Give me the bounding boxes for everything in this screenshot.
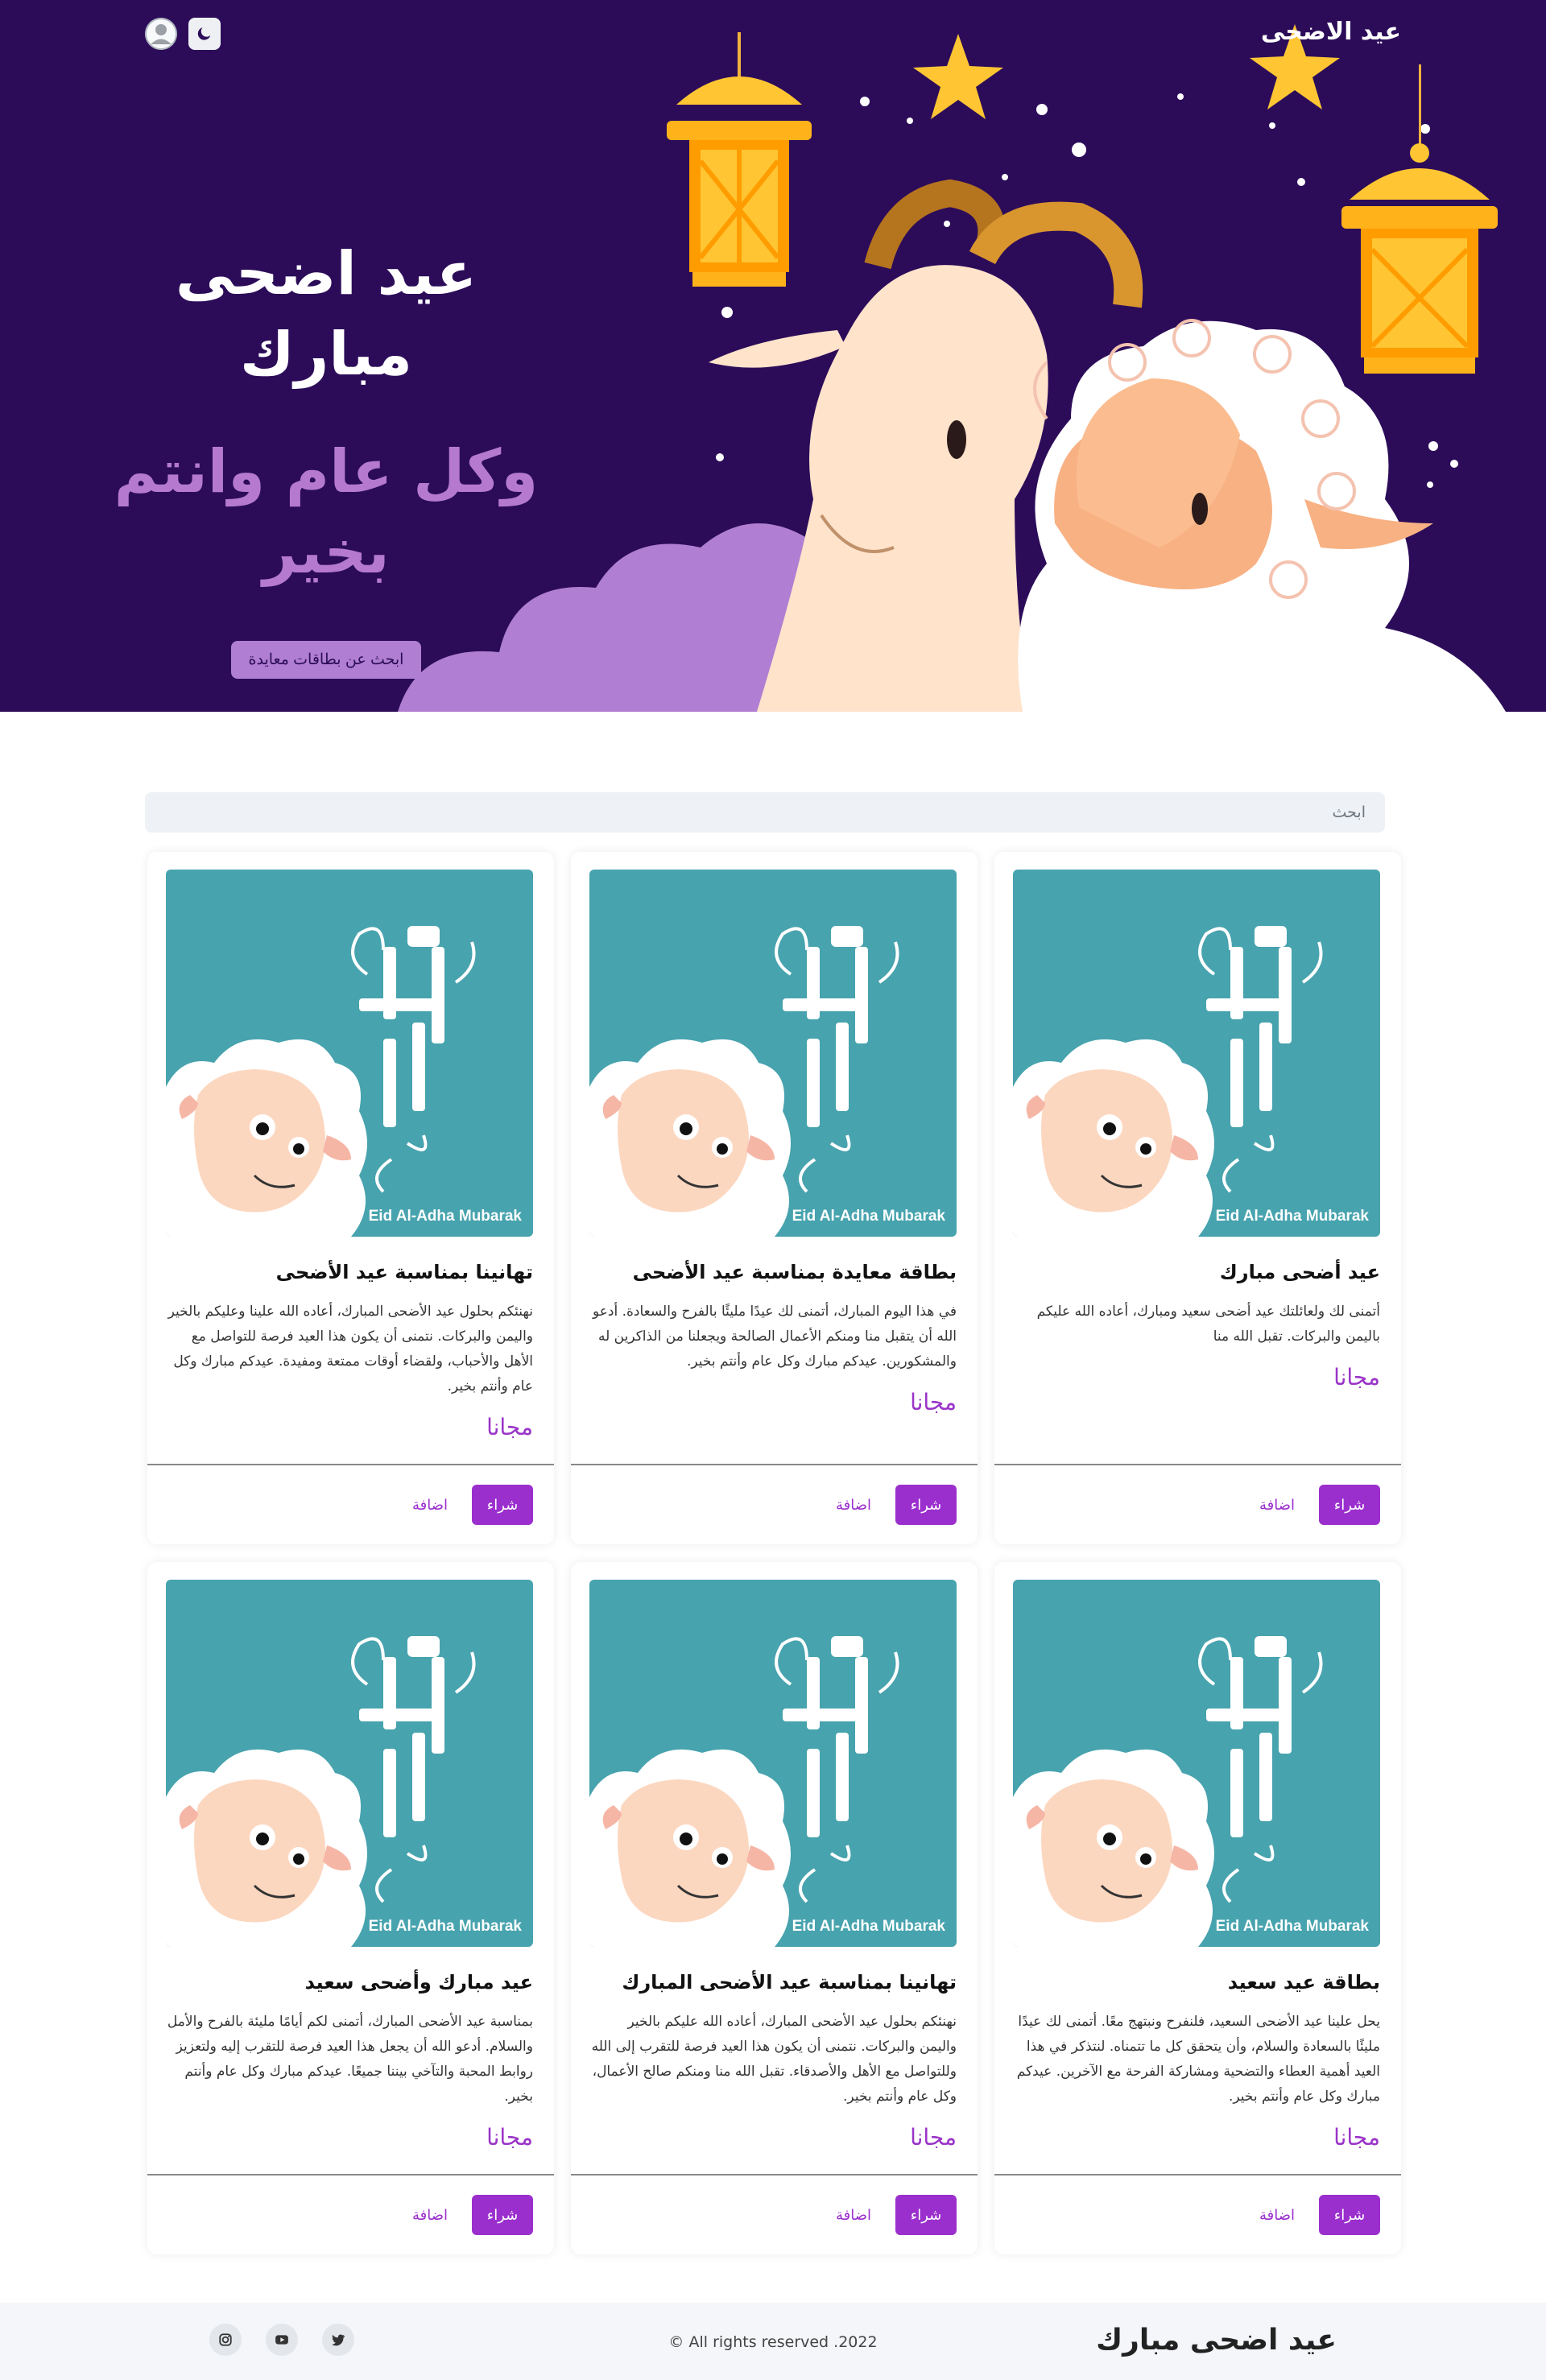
buy-button[interactable]: شراء: [1319, 2195, 1380, 2235]
hero-banner: عيد الاضحى عيد اضحى مبارك وكل عام وانتم …: [0, 0, 1546, 712]
greeting-card: Eid Al-Adha Mubarak تهانينا بمناسبة عيد …: [571, 1562, 978, 2254]
card-actions: شراء اضافة: [571, 1464, 978, 1544]
greeting-card: Eid Al-Adha Mubarak بطاقة عيد سعيد يحل ع…: [994, 1562, 1401, 2254]
card-actions: شراء اضافة: [147, 2174, 554, 2254]
card-title: تهانينا بمناسبة عيد الأضحى المبارك: [622, 1971, 957, 1994]
card-image[interactable]: Eid Al-Adha Mubarak: [589, 870, 957, 1237]
card-image[interactable]: Eid Al-Adha Mubarak: [1013, 1580, 1380, 1947]
brand-logo[interactable]: عيد الاضحى: [1261, 18, 1401, 46]
card-image-caption: Eid Al-Adha Mubarak: [368, 1208, 522, 1225]
greeting-card: Eid Al-Adha Mubarak عيد مبارك وأضحى سعيد…: [147, 1562, 554, 2254]
moon-icon: [197, 27, 211, 40]
card-image[interactable]: Eid Al-Adha Mubarak: [589, 1580, 957, 1947]
buy-button[interactable]: شراء: [895, 2195, 957, 2235]
theme-toggle-button[interactable]: [188, 18, 221, 50]
youtube-icon: [275, 2335, 288, 2345]
add-to-cart-button[interactable]: اضافة: [399, 1485, 461, 1525]
eid-card-illustration: [166, 1636, 476, 1947]
eid-card-illustration: [166, 926, 476, 1237]
card-description: في هذا اليوم المبارك، أتمنى لك عيدًا ملي…: [592, 1304, 957, 1370]
card-actions: شراء اضافة: [147, 1464, 554, 1544]
card-description: أتمنى لك ولعائلتك عيد أضحى سعيد ومبارك، …: [1036, 1304, 1380, 1345]
card-image[interactable]: Eid Al-Adha Mubarak: [166, 1580, 533, 1947]
eid-card-illustration: [589, 926, 899, 1237]
user-avatar-icon: [145, 18, 177, 50]
card-price: مجانا: [486, 2124, 533, 2151]
card-description: نهنئكم بحلول عيد الأضحى المبارك، أعاده ا…: [591, 2014, 957, 2105]
add-to-cart-button[interactable]: اضافة: [1246, 2195, 1308, 2235]
card-description: بمناسبة عيد الأضحى المبارك، أتمنى لكم أي…: [167, 2014, 533, 2105]
greeting-card: Eid Al-Adha Mubarak تهانينا بمناسبة عيد …: [147, 852, 554, 1544]
card-title: عيد أضحى مبارك: [1219, 1261, 1380, 1283]
card-actions: شراء اضافة: [994, 1464, 1401, 1544]
card-actions: شراء اضافة: [994, 2174, 1401, 2254]
hero-title: عيد اضحى مبارك: [175, 239, 477, 389]
greeting-card: Eid Al-Adha Mubarak عيد أضحى مبارك أتمنى…: [994, 852, 1401, 1544]
card-title: تهانينا بمناسبة عيد الأضحى: [275, 1261, 533, 1283]
card-price: مجانا: [1333, 2124, 1380, 2151]
instagram-link[interactable]: [209, 2324, 242, 2356]
greeting-card: Eid Al-Adha Mubarak بطاقة معايدة بمناسبة…: [571, 852, 978, 1544]
eid-card-illustration: [1013, 1636, 1323, 1947]
card-price: مجانا: [910, 2124, 957, 2151]
card-image-caption: Eid Al-Adha Mubarak: [1215, 1918, 1369, 1935]
add-to-cart-button[interactable]: اضافة: [1246, 1485, 1308, 1525]
navbar: عيد الاضحى: [0, 0, 1546, 68]
card-image-caption: Eid Al-Adha Mubarak: [1215, 1208, 1369, 1225]
eid-card-illustration: [589, 1636, 899, 1947]
find-cards-button[interactable]: ابحث عن بطاقات معايدة: [230, 641, 422, 679]
card-image-caption: Eid Al-Adha Mubarak: [368, 1918, 522, 1935]
footer: عيد اضحى مبارك All rights reserved .2022…: [0, 2303, 1546, 2380]
youtube-link[interactable]: [266, 2324, 298, 2356]
buy-button[interactable]: شراء: [472, 2195, 533, 2235]
nav-actions: [145, 18, 221, 50]
buy-button[interactable]: شراء: [1319, 1485, 1380, 1525]
card-actions: شراء اضافة: [571, 2174, 978, 2254]
card-image[interactable]: Eid Al-Adha Mubarak: [166, 870, 533, 1237]
buy-button[interactable]: شراء: [472, 1485, 533, 1525]
card-description: يحل علينا عيد الأضحى السعيد، فلنفرح ونبت…: [1016, 2014, 1380, 2105]
card-image-caption: Eid Al-Adha Mubarak: [792, 1918, 945, 1935]
card-description: نهنئكم بحلول عيد الأضحى المبارك، أعاده ا…: [167, 1304, 533, 1395]
user-avatar[interactable]: [145, 18, 177, 50]
cards-grid: Eid Al-Adha Mubarak عيد أضحى مبارك أتمنى…: [145, 852, 1401, 2254]
card-image[interactable]: Eid Al-Adha Mubarak: [1013, 870, 1380, 1237]
card-title: بطاقة عيد سعيد: [1227, 1971, 1380, 1994]
eid-card-illustration: [1013, 926, 1323, 1237]
card-price: مجانا: [486, 1414, 533, 1440]
social-links: [209, 2324, 354, 2356]
add-to-cart-button[interactable]: اضافة: [823, 2195, 884, 2235]
hero-text: عيد اضحى مبارك وكل عام وانتم بخير ابحث ع…: [81, 233, 572, 679]
add-to-cart-button[interactable]: اضافة: [399, 2195, 461, 2235]
card-title: بطاقة معايدة بمناسبة عيد الأضحى: [632, 1261, 957, 1283]
twitter-icon: [332, 2334, 345, 2346]
card-title: عيد مبارك وأضحى سعيد: [304, 1971, 533, 1994]
add-to-cart-button[interactable]: اضافة: [823, 1485, 884, 1525]
twitter-link[interactable]: [322, 2324, 354, 2356]
hero-subtitle: وكل عام وانتم بخير: [114, 437, 539, 587]
card-price: مجانا: [910, 1389, 957, 1415]
search-input[interactable]: [145, 792, 1385, 833]
card-image-caption: Eid Al-Adha Mubarak: [792, 1208, 945, 1225]
instagram-icon: [219, 2333, 232, 2346]
card-price: مجانا: [1333, 1364, 1380, 1390]
buy-button[interactable]: شراء: [895, 1485, 957, 1525]
